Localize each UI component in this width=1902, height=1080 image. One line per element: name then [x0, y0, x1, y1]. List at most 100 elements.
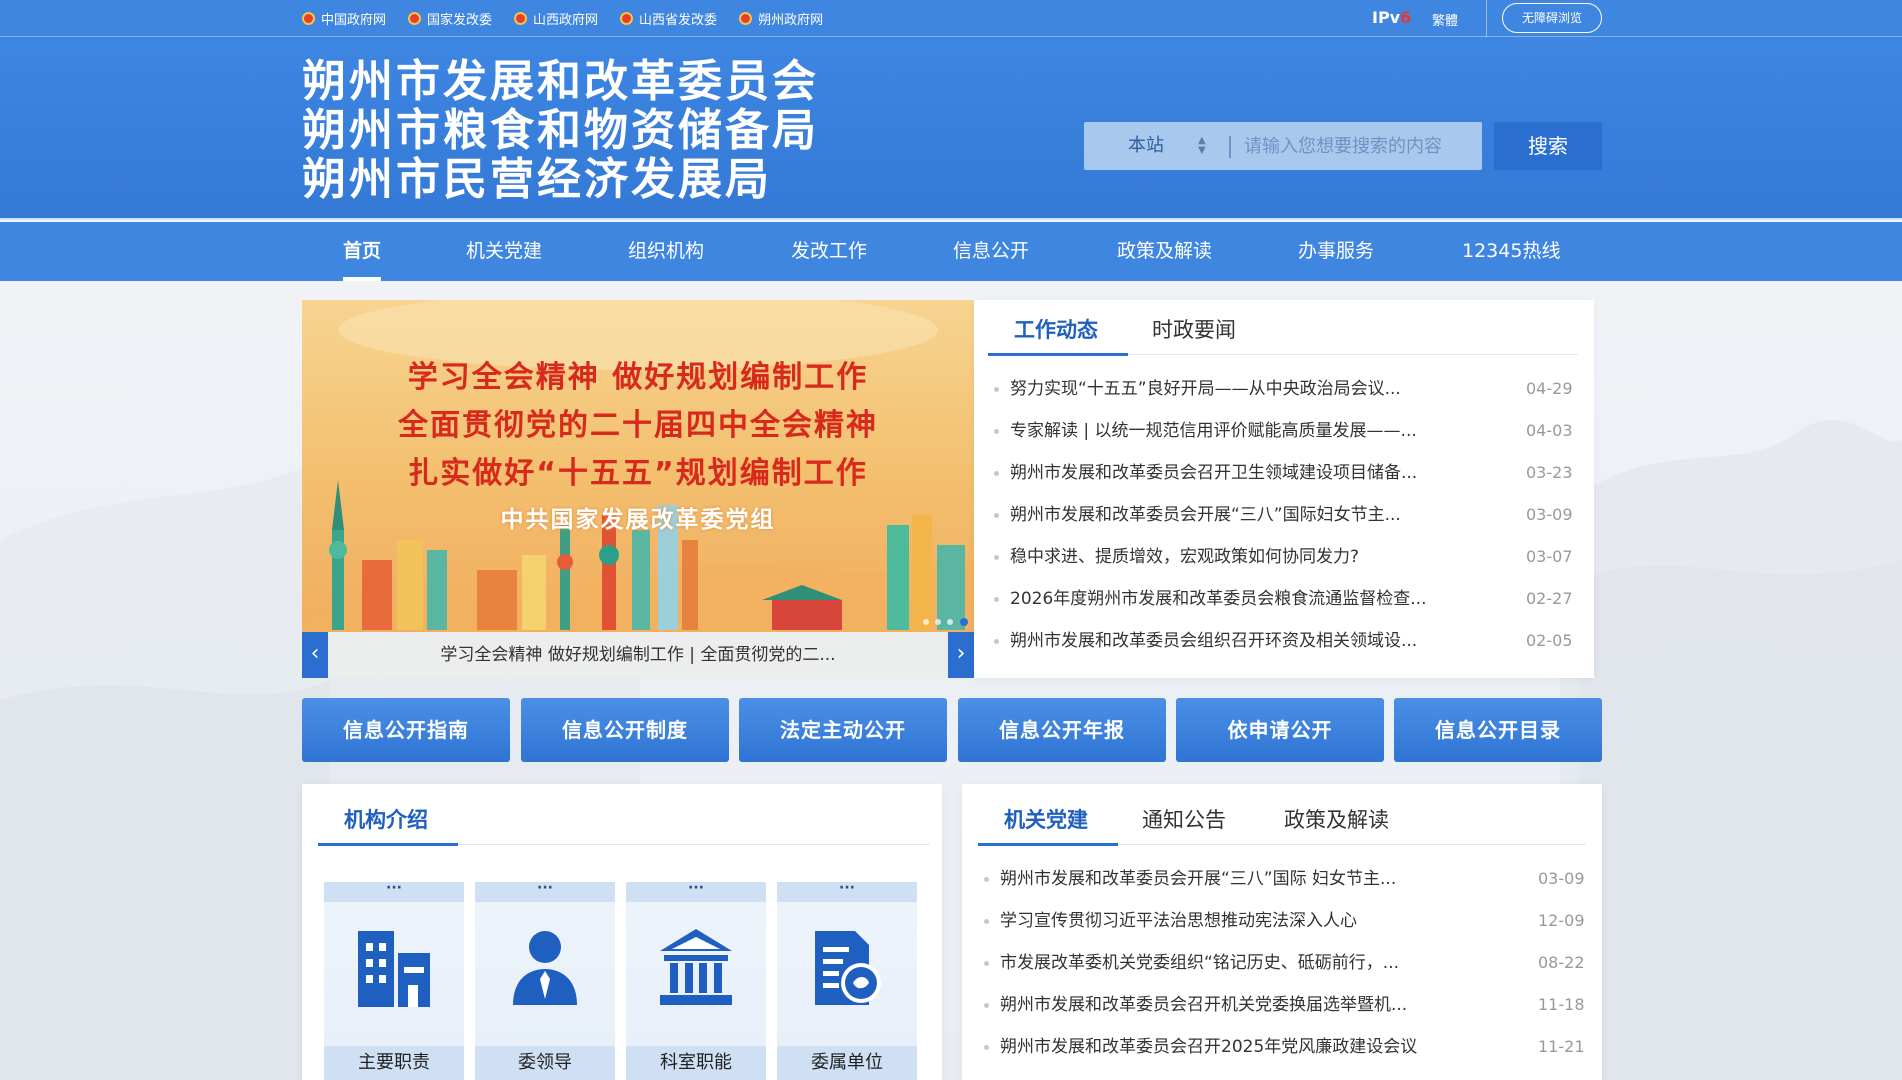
- top-bar: 中国政府网 国家发改委 山西政府网 山西省发改委 朔州政府网 IPv6 繁體 无…: [0, 0, 1902, 37]
- bullet-icon: [994, 639, 999, 644]
- news-item[interactable]: 朔州市发展和改革委员会开展“三八”国际妇女节主... 03-09: [994, 494, 1574, 536]
- news-date: 11-18: [1538, 995, 1585, 1014]
- link-gov-cn[interactable]: 中国政府网: [302, 9, 386, 28]
- external-links: 中国政府网 国家发改委 山西政府网 山西省发改委 朔州政府网: [302, 9, 823, 28]
- tab-notices[interactable]: 通知公告: [1142, 804, 1226, 834]
- nav-hotline[interactable]: 12345热线: [1462, 222, 1560, 281]
- tab-org-intro[interactable]: 机构介绍: [344, 804, 428, 834]
- org-card-label: 委领导: [475, 1046, 615, 1080]
- nav-organization[interactable]: 组织机构: [628, 222, 704, 281]
- org-card-label: 科室职能: [626, 1046, 766, 1080]
- org-card-label: 委属单位: [777, 1046, 917, 1080]
- tab-indicator: [318, 843, 458, 846]
- news-title: 市发展改革委机关党委组织“铭记历史、砥砺前行，...: [1000, 953, 1400, 973]
- news-title: 2026年度朔州市发展和改革委员会粮食流通监督检查...: [1010, 589, 1427, 609]
- news-item[interactable]: 2026年度朔州市发展和改革委员会粮食流通监督检查... 02-27: [994, 578, 1574, 620]
- emblem-icon: [620, 12, 634, 25]
- statutory-disclosure-button[interactable]: 法定主动公开: [739, 698, 947, 762]
- org-card-leaders[interactable]: ··· 委领导: [475, 881, 615, 1080]
- nav-drc-work[interactable]: 发改工作: [791, 222, 867, 281]
- accessibility-button[interactable]: 无障碍浏览: [1502, 3, 1602, 33]
- emblem-icon: [514, 12, 528, 25]
- news-date: 02-27: [1526, 589, 1573, 608]
- tab-indicator: [988, 353, 1128, 356]
- nav-services[interactable]: 办事服务: [1298, 222, 1374, 281]
- org-card-duties[interactable]: ··· 主要职责: [324, 881, 464, 1080]
- news-date: 03-09: [1538, 869, 1585, 888]
- tab-policy-interpretation[interactable]: 政策及解读: [1284, 804, 1389, 834]
- leader-icon: [513, 931, 577, 1005]
- carousel-caption[interactable]: 学习全会精神 做好规划编制工作 | 全面贯彻党的二...: [302, 632, 974, 678]
- news-item[interactable]: 朔州市发展和改革委员会组织召开环资及相关领域设... 02-05: [994, 620, 1574, 662]
- news-item[interactable]: 努力实现“十五五”良好开局——从中央政治局会议... 04-29: [994, 368, 1574, 410]
- party-item[interactable]: 市发展改革委机关党委组织“铭记历史、砥砺前行，... 08-22: [984, 942, 1585, 984]
- bullet-icon: [984, 1003, 989, 1008]
- info-guide-button[interactable]: 信息公开指南: [302, 698, 510, 762]
- tab-current-affairs[interactable]: 时政要闻: [1152, 314, 1236, 344]
- bullet-icon: [994, 597, 999, 602]
- bullet-icon: [984, 961, 989, 966]
- carousel-prev-button[interactable]: ‹: [302, 632, 328, 678]
- site-header: 朔州市发展和改革委员会 朔州市粮食和物资储备局 朔州市民营经济发展局 本站 ▲ ▼…: [0, 37, 1902, 220]
- tab-work-news[interactable]: 工作动态: [1014, 314, 1098, 344]
- nav-policy[interactable]: 政策及解读: [1117, 222, 1212, 281]
- news-title: 朔州市发展和改革委员会开展“三八”国际 妇女节主...: [1000, 869, 1397, 889]
- news-title: 朔州市发展和改革委员会召开卫生领域建设项目储备...: [1010, 463, 1418, 483]
- annual-report-button[interactable]: 信息公开年报: [958, 698, 1166, 762]
- traditional-chinese-link[interactable]: 繁體: [1432, 10, 1458, 29]
- party-item[interactable]: 朔州市发展和改革委员会开展“三八”国际 妇女节主... 03-09: [984, 858, 1585, 900]
- tab-indicator: [978, 843, 1118, 846]
- tab-party-building[interactable]: 机关党建: [1004, 804, 1088, 834]
- updown-icon: ▲ ▼: [1198, 135, 1206, 156]
- news-item[interactable]: 稳中求进、提质增效，宏观政策如何协同发力? 03-07: [994, 536, 1574, 578]
- bullet-icon: [994, 471, 999, 476]
- news-carousel[interactable]: 学习全会精神 做好规划编制工作 全面贯彻党的二十届四中全会精神 扎实做好“十五五…: [302, 300, 974, 678]
- org-card-departments[interactable]: ··· 科室职能: [626, 881, 766, 1080]
- bullet-icon: [994, 513, 999, 518]
- chevron-left-icon: ‹: [310, 641, 320, 666]
- site-titles: 朔州市发展和改革委员会 朔州市粮食和物资储备局 朔州市民营经济发展局: [302, 57, 819, 204]
- news-item[interactable]: 专家解读 | 以统一规范信用评价赋能高质量发展——... 04-03: [994, 410, 1574, 452]
- info-system-button[interactable]: 信息公开制度: [521, 698, 729, 762]
- link-ndrc[interactable]: 国家发改委: [408, 9, 492, 28]
- disclosure-request-button[interactable]: 依申请公开: [1176, 698, 1384, 762]
- party-item[interactable]: 朔州市发展和改革委员会召开2025年党风廉政建设会议 11-21: [984, 1026, 1585, 1068]
- search-button[interactable]: 搜索: [1494, 122, 1602, 170]
- link-shuozhou-gov-label: 朔州政府网: [758, 13, 824, 28]
- emblem-icon: [408, 12, 422, 25]
- party-item[interactable]: 学习宣传贯彻习近平法治思想推动宪法深入人心 12-09: [984, 900, 1585, 942]
- bullet-icon: [984, 1045, 989, 1050]
- link-shanxi-gov-label: 山西政府网: [533, 13, 599, 28]
- link-shuozhou-gov[interactable]: 朔州政府网: [739, 9, 823, 28]
- info-catalog-button[interactable]: 信息公开目录: [1394, 698, 1602, 762]
- news-item[interactable]: 朔州市发展和改革委员会召开卫生领域建设项目储备... 03-23: [994, 452, 1574, 494]
- news-date: 12-09: [1538, 911, 1585, 930]
- org-card-subordinates[interactable]: ··· 委属单位: [777, 881, 917, 1080]
- news-title: 朔州市发展和改革委员会召开机关党委换届选举暨机...: [1000, 995, 1408, 1015]
- more-icon: ···: [475, 881, 615, 902]
- news-date: 11-21: [1538, 1037, 1585, 1056]
- nav-party-building[interactable]: 机关党建: [466, 222, 542, 281]
- nav-info-disclosure[interactable]: 信息公开: [953, 222, 1029, 281]
- link-shanxi-gov[interactable]: 山西政府网: [514, 9, 598, 28]
- site-title-3: 朔州市民营经济发展局: [302, 154, 772, 205]
- party-panel: 机关党建 通知公告 政策及解读 朔州市发展和改革委员会开展“三八”国际 妇女节主…: [962, 784, 1602, 1080]
- bullet-icon: [994, 387, 999, 392]
- carousel-next-button[interactable]: ›: [948, 632, 974, 678]
- nav-home[interactable]: 首页: [343, 222, 382, 281]
- site-title-2: 朔州市粮食和物资储备局: [302, 105, 819, 156]
- document-icon: [815, 931, 881, 1005]
- search-input[interactable]: [1244, 132, 1470, 160]
- news-date: 04-03: [1526, 421, 1573, 440]
- news-title: 朔州市发展和改革委员会开展“三八”国际妇女节主...: [1010, 505, 1401, 525]
- link-gov-cn-label: 中国政府网: [321, 13, 387, 28]
- emblem-icon: [302, 12, 315, 25]
- news-title: 稳中求进、提质增效，宏观政策如何协同发力?: [1010, 547, 1360, 567]
- link-shanxi-drc-label: 山西省发改委: [639, 13, 718, 28]
- news-date: 08-22: [1538, 953, 1585, 972]
- carousel-dots: [923, 618, 968, 626]
- search-scope-label: 本站: [1128, 135, 1164, 156]
- link-shanxi-drc[interactable]: 山西省发改委: [620, 9, 717, 28]
- divider: [1486, 0, 1487, 37]
- party-item[interactable]: 朔州市发展和改革委员会召开机关党委换届选举暨机... 11-18: [984, 984, 1585, 1026]
